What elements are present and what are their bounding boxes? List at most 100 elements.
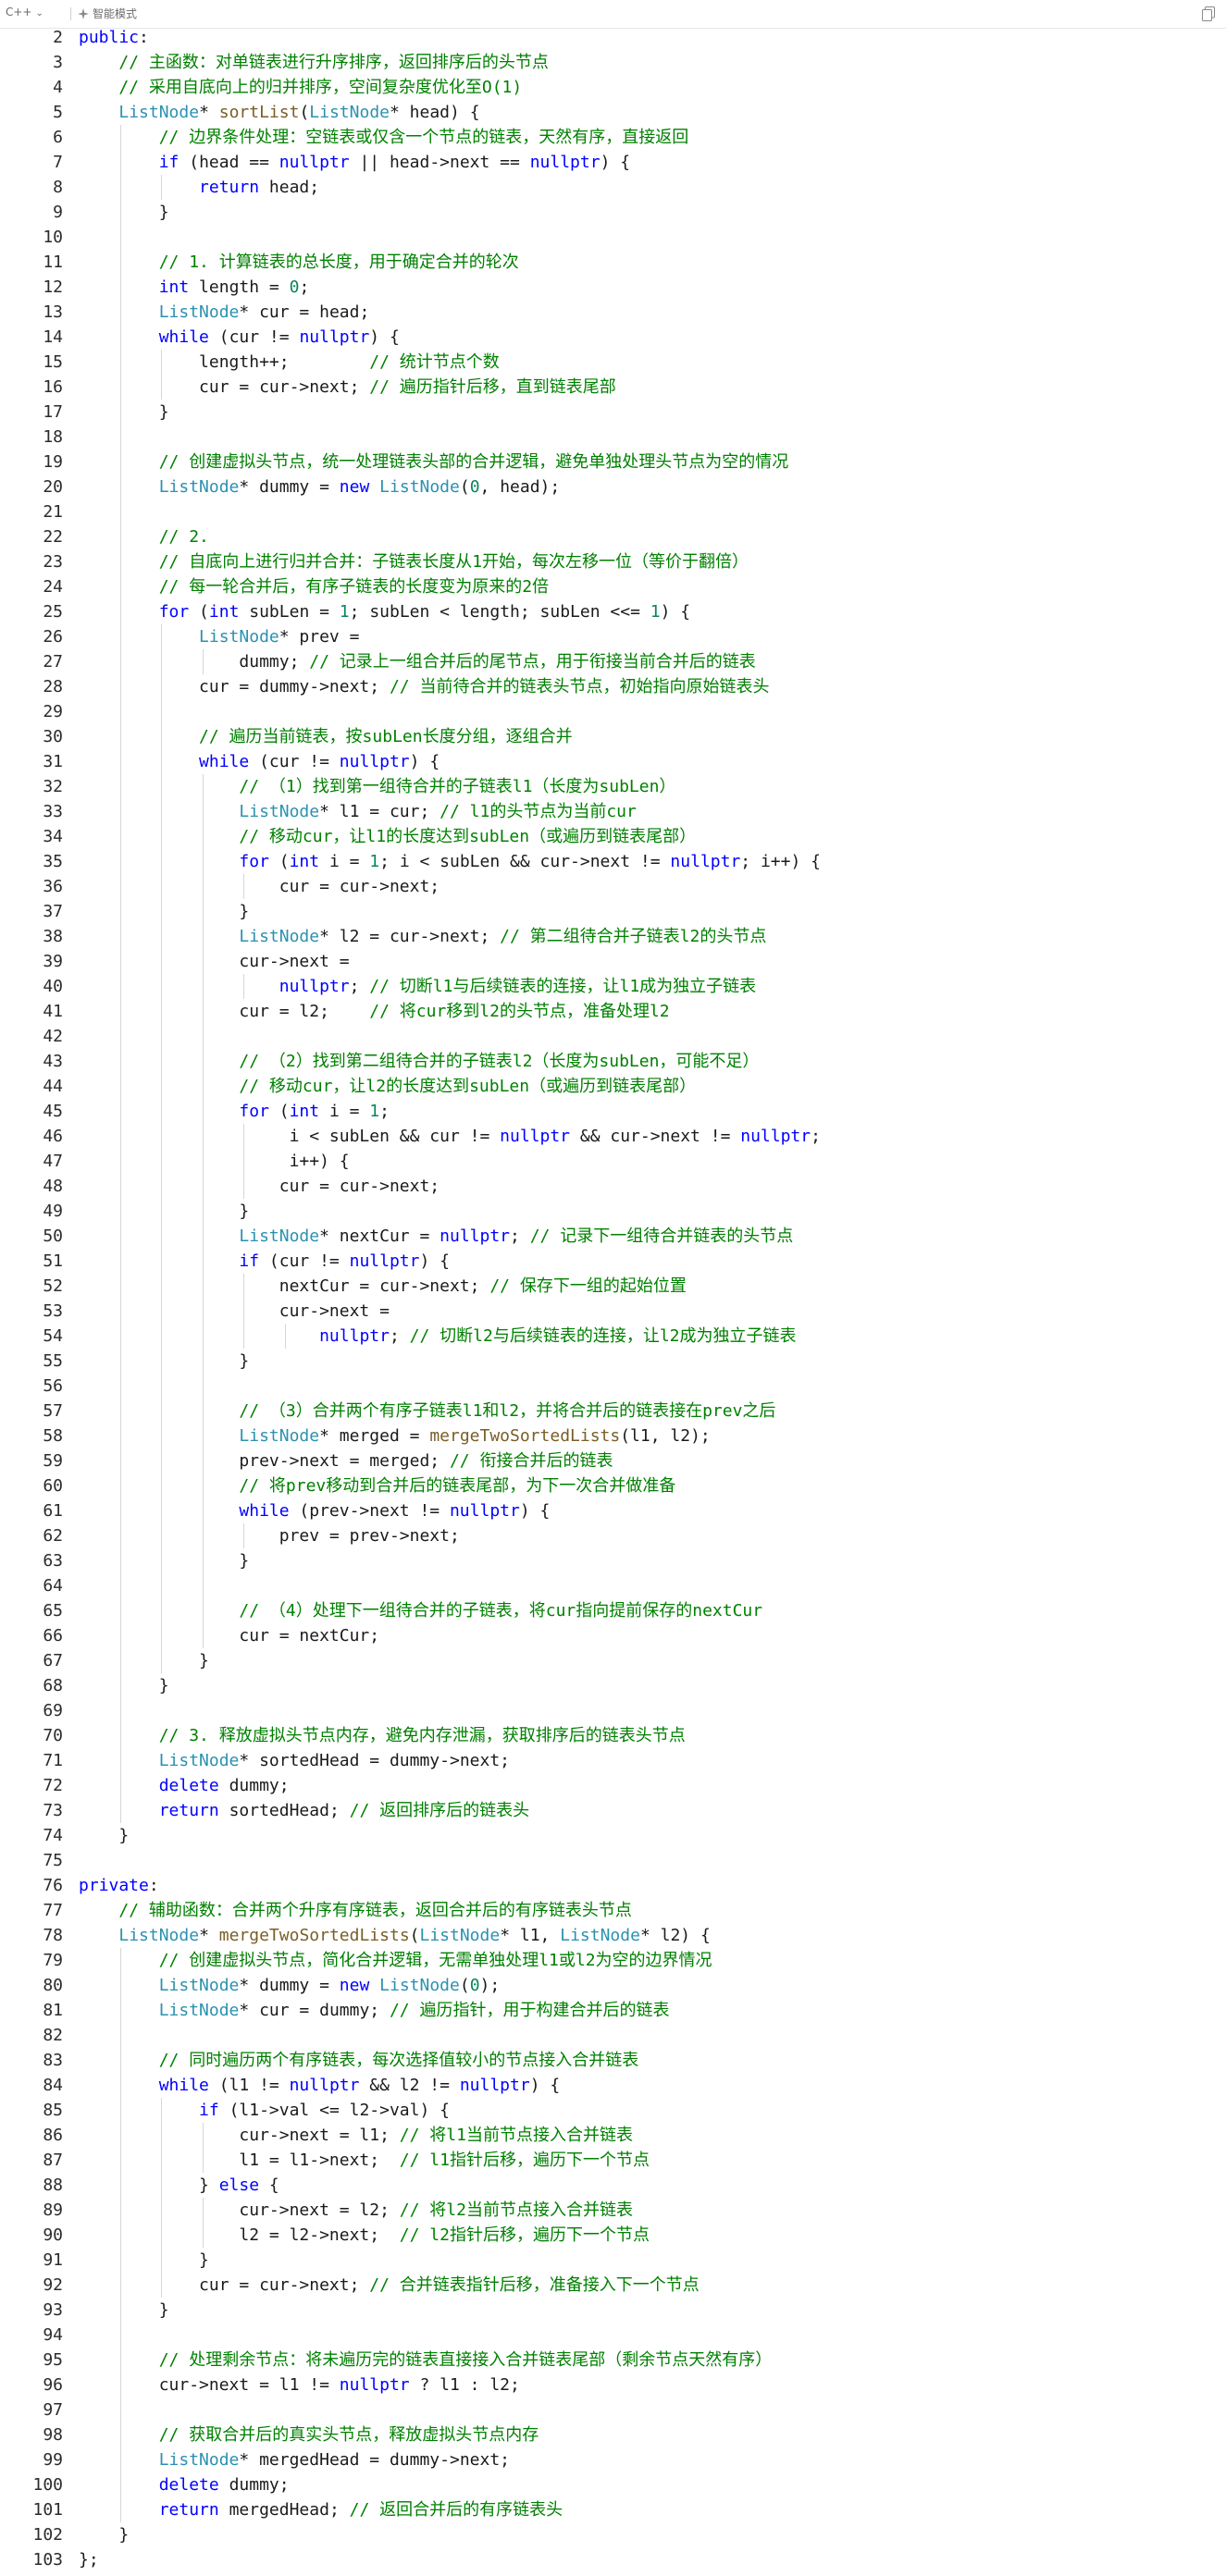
indent-guide (119, 1124, 121, 1149)
line-number: 8 (53, 178, 63, 197)
code-editor[interactable]: 2 public: 3 // 主函数：对单链表进行升序排序，返回排序后的头节点 4 /… (0, 28, 1226, 2576)
indent-guide (119, 1049, 121, 1074)
code-text: cur = cur->next; // 遍历指针后移，直到链表尾部 (79, 377, 616, 397)
line-number: 10 (43, 228, 63, 247)
indent-guide (161, 2223, 162, 2248)
code-line: 34 // 移动cur，让l1的长度达到subLen（或遍历到链表尾部） (0, 824, 1226, 849)
code-text: ListNode* mergeTwoSortedLists(ListNode* … (118, 1926, 711, 1945)
copy-icon[interactable] (1202, 6, 1215, 21)
line-number: 76 (43, 1876, 63, 1895)
line-number: 28 (43, 677, 63, 696)
indent-guide (161, 624, 162, 649)
indent-guide (119, 1324, 121, 1349)
line-number: 50 (43, 1226, 63, 1246)
indent-guide (119, 2447, 121, 2472)
line-number: 98 (43, 2425, 63, 2445)
code-text: // 1. 计算链表的总长度，用于确定合并的轮次 (158, 253, 519, 272)
line-number: 103 (32, 2550, 63, 2570)
indent-guide (119, 1748, 121, 1773)
indent-guide (202, 824, 204, 849)
indent-guide (119, 1199, 121, 1224)
code-line: 101 return mergedHead; // 返回合并后的有序链表头 (0, 2497, 1226, 2522)
indent-guide (202, 849, 204, 874)
code-text: delete dummy; (158, 2475, 290, 2495)
code-text: // 创建虚拟头节点，统一处理链表头部的合并逻辑，避免单独处理头节点为空的情况 (158, 452, 789, 472)
indent-guide (243, 1124, 244, 1149)
line-number: 63 (43, 1551, 63, 1571)
indent-guide (161, 649, 162, 674)
indent-guide (243, 1299, 244, 1324)
indent-guide (161, 1349, 162, 1374)
code-line: 84 while (l1 != nullptr && l2 != nullptr… (0, 2073, 1226, 2098)
indent-guide (119, 524, 121, 549)
code-text: } (79, 2300, 169, 2320)
code-line: 55 } (0, 1349, 1226, 1374)
indent-guide (119, 300, 121, 325)
code-line: 36 cur = cur->next; (0, 874, 1226, 899)
code-line: 4 // 采用自底向上的归并排序，空间复杂度优化至O(1) (0, 75, 1226, 100)
indent-guide (119, 549, 121, 574)
code-text: cur->next = l1 != nullptr ? l1 : l2; (79, 2375, 520, 2395)
indent-guide (161, 1024, 162, 1049)
indent-guide (119, 599, 121, 624)
code-line: 61 while (prev->next != nullptr) { (0, 1498, 1226, 1523)
line-number: 9 (53, 203, 63, 222)
code-line: 93 } (0, 2298, 1226, 2323)
code-line: 11 // 1. 计算链表的总长度，用于确定合并的轮次 (0, 250, 1226, 275)
indent-guide (119, 1374, 121, 1399)
code-text: return sortedHead; // 返回排序后的链表头 (158, 1801, 530, 1820)
indent-guide (202, 1448, 204, 1473)
indent-guide (119, 2123, 121, 2148)
code-line: 2 public: (0, 25, 1226, 50)
indent-guide (161, 699, 162, 724)
code-text: } (79, 2250, 209, 2270)
code-line: 38 ListNode* l2 = cur->next; // 第二组待合并子链… (0, 924, 1226, 949)
line-number: 45 (43, 1102, 63, 1121)
toolbar-divider (70, 7, 71, 20)
code-line: 73 return sortedHead; // 返回排序后的链表头 (0, 1798, 1226, 1823)
line-number: 91 (43, 2250, 63, 2270)
line-number: 96 (43, 2375, 63, 2395)
code-line: 72 delete dummy; (0, 1773, 1226, 1798)
line-number: 39 (43, 952, 63, 971)
code-line: 82 (0, 2023, 1226, 2048)
indent-guide (202, 1174, 204, 1199)
code-line: 99 ListNode* mergedHead = dummy->next; (0, 2447, 1226, 2472)
language-label: C++ (6, 6, 32, 18)
indent-guide (119, 2048, 121, 2073)
language-selector[interactable]: C++ ⌄ (6, 6, 43, 18)
indent-guide (202, 1199, 204, 1224)
indent-guide (119, 2023, 121, 2048)
indent-guide (119, 2397, 121, 2422)
line-number: 51 (43, 1251, 63, 1271)
code-line: 56 (0, 1374, 1226, 1399)
line-number: 75 (43, 1851, 63, 1870)
code-text: ListNode* prev = (199, 627, 360, 647)
code-line: 46 i < subLen && cur != nullptr && cur->… (0, 1124, 1226, 1149)
code-text: if (l1->val <= l2->val) { (199, 2101, 450, 2120)
indent-guide (119, 1698, 121, 1723)
indent-guide (119, 1174, 121, 1199)
smart-mode-toggle[interactable]: 智能模式 (78, 6, 137, 21)
line-number: 7 (53, 153, 63, 172)
indent-guide (161, 1374, 162, 1399)
line-number: 46 (43, 1127, 63, 1146)
line-number: 62 (43, 1526, 63, 1546)
indent-guide (202, 2223, 204, 2248)
code-text: // 移动cur，让l1的长度达到subLen（或遍历到链表尾部） (239, 827, 697, 846)
code-line: 29 (0, 699, 1226, 724)
code-text: // （4）处理下一组待合并的子链表，将cur指向提前保存的nextCur (239, 1601, 763, 1621)
indent-guide (119, 949, 121, 974)
indent-guide (161, 1473, 162, 1498)
indent-guide (161, 2273, 162, 2298)
indent-guide (161, 849, 162, 874)
line-number: 47 (43, 1152, 63, 1171)
indent-guide (119, 724, 121, 749)
code-line: 25 for (int subLen = 1; subLen < length;… (0, 599, 1226, 624)
indent-guide (119, 624, 121, 649)
code-text: while (cur != nullptr) { (158, 327, 400, 347)
code-line: 67 } (0, 1648, 1226, 1673)
indent-guide (161, 1124, 162, 1149)
indent-guide (243, 1274, 244, 1299)
indent-guide (119, 774, 121, 799)
